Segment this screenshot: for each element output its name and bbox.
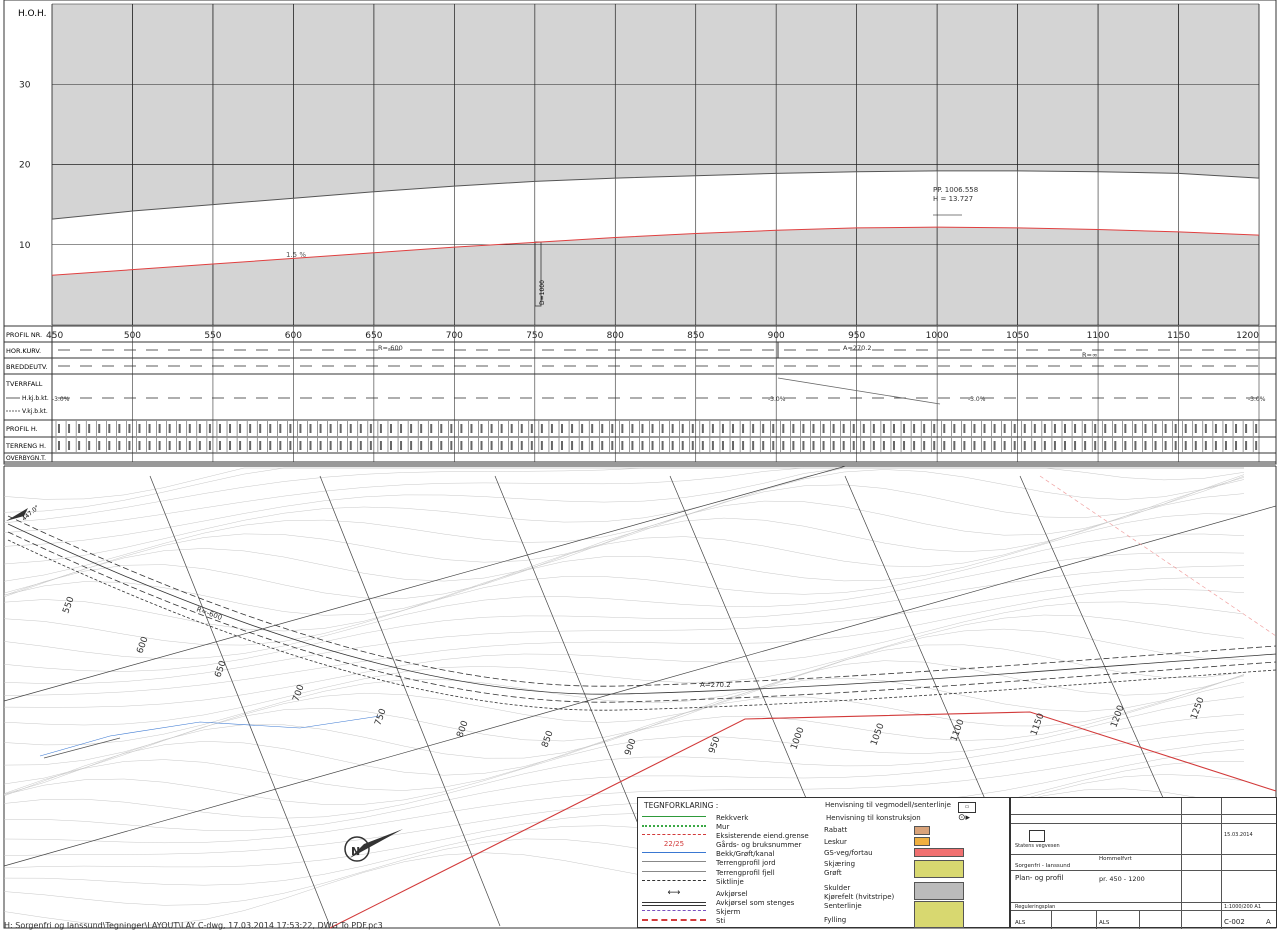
band-row-profil-h: PROFIL H. [6,425,38,433]
legend-ref-construction: Henvisning til konstruksjon [826,814,921,822]
status: Reguleringsplan [1015,904,1056,910]
station-tick-label: 550 [204,331,221,341]
legend-item-fylling: Fylling [824,916,847,924]
profile-y-ticks: 30 20 10 [19,80,31,251]
legend-ref-model: Henvisning til vegmodell/senterlinje [825,801,951,809]
title-block: Statens vegvesen Sorgenfri - Ianssund Ho… [1010,797,1277,929]
ref-construction-symbol: ⊙▸ [958,813,971,823]
legend-item-skulder: Skulder [824,884,851,892]
legend-item-gs-veg: GS-veg/fortau [824,849,873,857]
plan-curve-label-2: A=270.2 [700,681,731,689]
legend-item-senterlinje: Senterlinje [824,902,862,910]
band-row-breddeutv: BREDDEUTV. [6,363,48,371]
station-tick-label: 1000 [926,331,949,341]
y-tick-label: 30 [19,80,31,90]
station-tick-label: 1050 [1006,331,1029,341]
band-curve-label-1: R=-600 [378,344,403,352]
crossfall-label-4: -3.0% [52,396,70,403]
ref-model-symbol: ▭ [958,802,976,813]
high-point-line2: H = 13.727 [933,195,973,203]
agency-logo [1029,830,1045,842]
crossfall-label-2: -3.0% [968,396,986,403]
legend-item-gnr: 22/25 Gårds- og bruksnummer [642,839,802,849]
station-tick-label: 800 [607,331,624,341]
band-row-hor-kurv: HOR.KURV. [6,347,41,355]
y-tick-label: 20 [19,161,31,171]
legend-item-sti: Sti [642,916,725,925]
station-tick-label: 650 [365,331,382,341]
legend-item-avkjorsel: ⟷ Avkjørsel [667,887,748,898]
gnr-sample: 22/25 [663,839,685,848]
project-line: Sorgenfri - Ianssund [1015,863,1071,869]
legend-item-kjorefelt: Kjørefelt (hvitstripe) [824,893,895,901]
legend-title: TEGNFORKLARING : [644,801,719,810]
station-tick-label: 850 [687,331,704,341]
crossfall-label-1: -3.0% [768,396,786,403]
high-point-line1: PP. 1006.558 [933,186,978,194]
station-tick-label: 600 [285,331,302,341]
station-tick-label: 1150 [1167,331,1190,341]
station-tick-label: 1200 [1236,331,1259,341]
date: 15.03.2014 [1224,832,1253,838]
station-tick-label: 700 [446,331,463,341]
legend-item-rabatt: Rabatt [824,826,848,834]
band-row-vkjbkt: V.kj.b.kt. [22,408,48,415]
culvert-label: D=1000 [539,280,546,305]
station-tick-label: 950 [848,331,865,341]
band-row-terreng-h: TERRENG H. [5,442,46,450]
band-curve-label-2: A=270.2 [843,344,872,352]
profile-y-axis-label: H.O.H. [18,9,47,19]
station-tick-label: 500 [124,331,141,341]
revision: A [1266,918,1271,926]
longitudinal-profile: H.O.H. 1.5 % PP. 1006.558 H = 13.727 D=1… [3,0,1277,466]
legend-item-terreng-jord: Terrengprofil jord [642,858,776,867]
svg-text:N: N [351,845,360,858]
profile-band-table: PROFIL NR. HOR.KURV. BREDDEUTV. TVERRFAL… [4,325,1276,463]
legend-item-groft: Grøft [824,869,842,877]
station-range: pr. 450 - 1200 [1099,875,1145,883]
legend-item-bekk: Bekk/Grøft/kanal [642,849,775,858]
legend-item-avkjorsel-stenges: Avkjørsel som stenges [642,898,794,907]
legend-item-terreng-fjell: Terrengprofil fjell [642,868,775,877]
band-row-profil-nr: PROFIL NR. [6,331,42,339]
legend-item-skjaering: Skjæring [824,860,856,868]
station-tick-label: 750 [526,331,543,341]
legend-item-mur: Mur [642,822,729,831]
legend-item-rekkverk: Rekkverk [642,813,748,822]
designer: ALS [1015,920,1026,926]
location: Hommelfvrt [1099,856,1132,862]
band-curve-label-3: R=∞ [1082,351,1097,359]
agency-name: Statens vegvesen [1015,843,1060,849]
legend-box: TEGNFORKLARING : Rekkverk Mur Eksisteren… [637,797,1010,928]
drawing-sheet: H.O.H. 1.5 % PP. 1006.558 H = 13.727 D=1… [0,0,1280,930]
drawing-number: C-002 [1224,918,1245,926]
station-tick-label: 1100 [1087,331,1110,341]
band-row-hkjbkt: H.kj.b.kt. [22,395,49,402]
legend-item-skjerm: Skjerm [642,907,740,916]
scale: 1:1000/200 A1 [1224,904,1262,910]
legend-item-leskur: Leskur [824,838,847,846]
footer-file-path: H: Sorgenfri og Ianssund\Tegninger\LAYOU… [4,921,383,930]
crossfall-label-3: -3.0% [1248,396,1266,403]
station-tick-label: 450 [46,331,63,341]
band-row-tverrfall: TVERRFALL [5,380,43,388]
drawn: ALS [1099,920,1110,926]
y-tick-label: 10 [19,241,31,251]
band-row-overbygn: OVERBYGN.T. [6,455,46,462]
drawing-title: Plan- og profil [1015,874,1064,882]
legend-item-siktlinje: Siktlinje [642,877,744,886]
station-tick-label: 900 [768,331,785,341]
